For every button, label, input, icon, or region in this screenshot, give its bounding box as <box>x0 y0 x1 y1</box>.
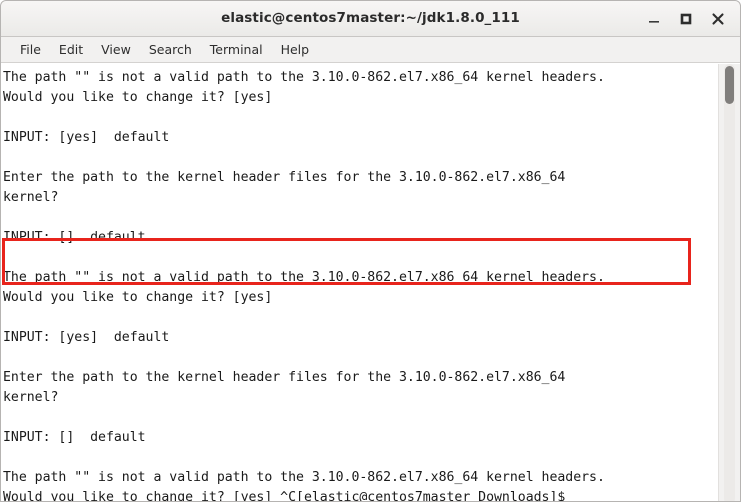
menu-item-view[interactable]: View <box>92 40 140 59</box>
terminal-body: The path "" is not a valid path to the 3… <box>1 63 740 502</box>
terminal-output[interactable]: The path "" is not a valid path to the 3… <box>1 64 718 502</box>
terminal-line: Would you like to change it? [yes] <box>3 90 273 105</box>
terminal-line: The path "" is not a valid path to the 3… <box>3 70 605 85</box>
terminal-line: kernel? <box>3 190 59 205</box>
terminal-line: kernel? <box>3 390 59 405</box>
menu-item-search[interactable]: Search <box>140 40 201 59</box>
terminal-line: Would you like to change it? [yes] ^C[el… <box>3 490 566 502</box>
terminal-line: The path "" is not a valid path to the 3… <box>3 470 605 485</box>
scrollbar-track[interactable] <box>724 64 735 501</box>
menu-item-help[interactable]: Help <box>272 40 319 59</box>
menu-bar: File Edit View Search Terminal Help <box>1 37 740 63</box>
terminal-line: Enter the path to the kernel header file… <box>3 170 566 185</box>
window-title: elastic@centos7master:~/jdk1.8.0_111 <box>221 10 520 26</box>
menu-item-file[interactable]: File <box>11 40 50 59</box>
terminal-scrollbar[interactable] <box>718 64 740 501</box>
menu-item-terminal[interactable]: Terminal <box>201 40 272 59</box>
terminal-window: elastic@centos7master:~/jdk1.8.0_111 Fil… <box>0 0 741 502</box>
maximize-icon[interactable] <box>676 9 696 29</box>
terminal-line-highlighted: The path "" is not a valid path to the 3… <box>3 270 605 285</box>
terminal-line: INPUT: [] default <box>3 230 146 245</box>
title-bar[interactable]: elastic@centos7master:~/jdk1.8.0_111 <box>1 1 740 37</box>
terminal-line: INPUT: [] default <box>3 430 146 445</box>
terminal-line: INPUT: [yes] default <box>3 330 170 345</box>
terminal-line: Enter the path to the kernel header file… <box>3 370 566 385</box>
scrollbar-thumb[interactable] <box>725 66 734 104</box>
minimize-icon[interactable] <box>644 9 664 29</box>
menu-item-edit[interactable]: Edit <box>50 40 92 59</box>
terminal-line-highlighted: Would you like to change it? [yes] <box>3 290 273 305</box>
terminal-line: INPUT: [yes] default <box>3 130 170 145</box>
close-icon[interactable] <box>708 9 728 29</box>
